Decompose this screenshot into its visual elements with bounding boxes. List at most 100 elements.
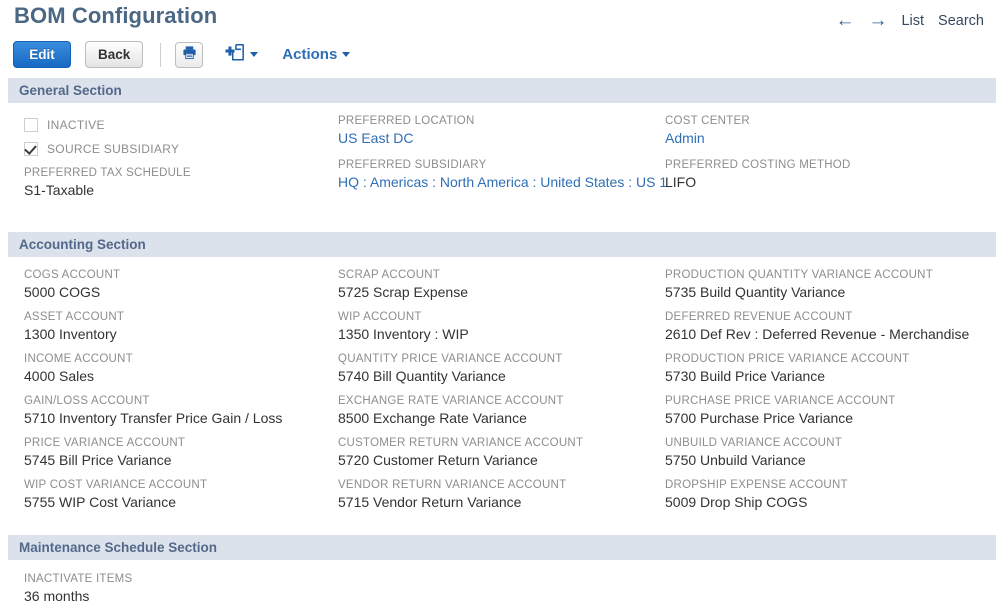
chevron-down-icon xyxy=(250,52,259,57)
field-value: 8500 Exchange Rate Variance xyxy=(338,410,527,426)
previous-record-arrow-icon[interactable]: ← xyxy=(835,11,854,30)
source-subsidiary-checkbox[interactable] xyxy=(24,141,38,156)
section-header-general[interactable]: General Section xyxy=(8,78,996,103)
section-body-general: INACTIVE SOURCE SUBSIDIARY PREFERRED TAX… xyxy=(0,103,996,210)
column-2: PREFERRED LOCATION US East DC PREFERRED … xyxy=(338,114,667,210)
field-cost-center: COST CENTER Admin xyxy=(665,114,996,148)
field-scrap-account: SCRAP ACCOUNT 5725 Scrap Expense xyxy=(338,268,665,302)
field-value[interactable]: Admin xyxy=(665,129,996,148)
field-value: 5745 Bill Price Variance xyxy=(24,452,172,468)
field-label: VENDOR RETURN VARIANCE ACCOUNT xyxy=(338,479,567,491)
field-label: PREFERRED TAX SCHEDULE xyxy=(24,167,191,179)
section-header-maintenance[interactable]: Maintenance Schedule Section xyxy=(8,535,996,560)
actions-label: Actions xyxy=(282,46,338,63)
field-customer-return-variance-account: CUSTOMER RETURN VARIANCE ACCOUNT 5720 Cu… xyxy=(338,436,665,470)
source-subsidiary-label: SOURCE SUBSIDIARY xyxy=(47,141,180,156)
field-label: EXCHANGE RATE VARIANCE ACCOUNT xyxy=(338,395,564,407)
inactive-checkbox[interactable] xyxy=(24,117,38,132)
field-deferred-revenue-account: DEFERRED REVENUE ACCOUNT 2610 Def Rev : … xyxy=(665,310,996,344)
column-3: PRODUCTION QUANTITY VARIANCE ACCOUNT 573… xyxy=(665,268,996,520)
section-title: Accounting Section xyxy=(19,237,146,252)
field-label: INCOME ACCOUNT xyxy=(24,353,133,365)
field-inactivate-items: INACTIVATE ITEMS 36 months xyxy=(24,572,338,606)
field-value: 5000 COGS xyxy=(24,284,101,300)
new-document-button[interactable] xyxy=(225,43,259,67)
field-label: WIP COST VARIANCE ACCOUNT xyxy=(24,479,208,491)
checkbox-row-source-subsidiary[interactable]: SOURCE SUBSIDIARY xyxy=(24,138,338,159)
field-wip-cost-variance-account: WIP COST VARIANCE ACCOUNT 5755 WIP Cost … xyxy=(24,478,338,512)
printer-icon xyxy=(182,45,197,65)
field-label: ASSET ACCOUNT xyxy=(24,311,125,323)
page-header: BOM Configuration ← → List Search Edit B… xyxy=(0,0,996,78)
actions-menu[interactable]: Actions xyxy=(282,46,351,63)
field-income-account: INCOME ACCOUNT 4000 Sales xyxy=(24,352,338,386)
field-value: 5755 WIP Cost Variance xyxy=(24,494,177,510)
field-preferred-tax-schedule: PREFERRED TAX SCHEDULE S1-Taxable xyxy=(24,166,338,200)
inactive-label: INACTIVE xyxy=(47,117,105,132)
field-columns: INACTIVATE ITEMS 36 months xyxy=(0,572,996,614)
field-value: 36 months xyxy=(24,588,90,604)
field-value: 5730 Build Price Variance xyxy=(665,368,826,384)
field-value: 5710 Inventory Transfer Price Gain / Los… xyxy=(24,410,283,426)
list-link[interactable]: List xyxy=(901,13,924,29)
field-value: 5720 Customer Return Variance xyxy=(338,452,538,468)
field-price-variance-account: PRICE VARIANCE ACCOUNT 5745 Bill Price V… xyxy=(24,436,338,470)
checkbox-row-inactive[interactable]: INACTIVE xyxy=(24,114,338,135)
print-button[interactable] xyxy=(175,41,204,68)
field-label: PREFERRED LOCATION xyxy=(338,115,475,127)
field-value: 2610 Def Rev : Deferred Revenue - Mercha… xyxy=(665,326,970,342)
field-label: WIP ACCOUNT xyxy=(338,311,422,323)
edit-button[interactable]: Edit xyxy=(13,41,71,68)
column-3 xyxy=(665,572,996,614)
field-label: PRICE VARIANCE ACCOUNT xyxy=(24,437,186,449)
page-title: BOM Configuration xyxy=(14,3,218,28)
back-button[interactable]: Back xyxy=(85,41,144,68)
field-label: PRODUCTION PRICE VARIANCE ACCOUNT xyxy=(665,353,910,365)
column-2 xyxy=(338,572,665,614)
section-header-accounting[interactable]: Accounting Section xyxy=(8,232,996,257)
toolbar-divider xyxy=(160,42,162,67)
field-purchase-price-variance-account: PURCHASE PRICE VARIANCE ACCOUNT 5700 Pur… xyxy=(665,394,996,428)
field-label: PURCHASE PRICE VARIANCE ACCOUNT xyxy=(665,395,896,407)
field-dropship-expense-account: DROPSHIP EXPENSE ACCOUNT 5009 Drop Ship … xyxy=(665,478,996,512)
field-preferred-location: PREFERRED LOCATION US East DC xyxy=(338,114,665,148)
field-columns: COGS ACCOUNT 5000 COGS ASSET ACCOUNT 130… xyxy=(0,268,996,520)
section-title: Maintenance Schedule Section xyxy=(19,540,218,555)
section-title: General Section xyxy=(19,83,122,98)
column-1: INACTIVE SOURCE SUBSIDIARY PREFERRED TAX… xyxy=(0,114,338,210)
next-record-arrow-icon[interactable]: → xyxy=(868,11,887,30)
field-wip-account: WIP ACCOUNT 1350 Inventory : WIP xyxy=(338,310,665,344)
field-cogs-account: COGS ACCOUNT 5000 COGS xyxy=(24,268,338,302)
search-link[interactable]: Search xyxy=(938,13,984,29)
field-value: 5700 Purchase Price Variance xyxy=(665,410,854,426)
field-label: PREFERRED SUBSIDIARY xyxy=(338,159,487,171)
field-value: 4000 Sales xyxy=(24,368,95,384)
field-gain-loss-account: GAIN/LOSS ACCOUNT 5710 Inventory Transfe… xyxy=(24,394,338,428)
field-value: 1350 Inventory : WIP xyxy=(338,326,469,342)
field-value: 5740 Bill Quantity Variance xyxy=(338,368,506,384)
field-label: DEFERRED REVENUE ACCOUNT xyxy=(665,311,853,323)
column-3: COST CENTER Admin PREFERRED COSTING METH… xyxy=(665,114,996,210)
new-document-icon xyxy=(225,43,245,67)
field-value: S1-Taxable xyxy=(24,182,95,198)
field-label: CUSTOMER RETURN VARIANCE ACCOUNT xyxy=(338,437,584,449)
field-production-price-variance-account: PRODUCTION PRICE VARIANCE ACCOUNT 5730 B… xyxy=(665,352,996,386)
field-asset-account: ASSET ACCOUNT 1300 Inventory xyxy=(24,310,338,344)
field-value[interactable]: US East DC xyxy=(338,129,665,148)
field-label: PRODUCTION QUANTITY VARIANCE ACCOUNT xyxy=(665,269,933,281)
chevron-down-icon xyxy=(342,52,351,57)
field-columns: INACTIVE SOURCE SUBSIDIARY PREFERRED TAX… xyxy=(0,114,996,210)
field-quantity-price-variance-account: QUANTITY PRICE VARIANCE ACCOUNT 5740 Bil… xyxy=(338,352,665,386)
field-label: QUANTITY PRICE VARIANCE ACCOUNT xyxy=(338,353,563,365)
field-label: SCRAP ACCOUNT xyxy=(338,269,441,281)
field-unbuild-variance-account: UNBUILD VARIANCE ACCOUNT 5750 Unbuild Va… xyxy=(665,436,996,470)
field-label: DROPSHIP EXPENSE ACCOUNT xyxy=(665,479,848,491)
field-exchange-rate-variance-account: EXCHANGE RATE VARIANCE ACCOUNT 8500 Exch… xyxy=(338,394,665,428)
toolbar: Edit Back Actions xyxy=(13,41,351,68)
field-value[interactable]: HQ : Americas : North America : United S… xyxy=(338,173,667,192)
field-label: COST CENTER xyxy=(665,115,750,127)
field-label: UNBUILD VARIANCE ACCOUNT xyxy=(665,437,843,449)
field-value: 1300 Inventory xyxy=(24,326,117,342)
